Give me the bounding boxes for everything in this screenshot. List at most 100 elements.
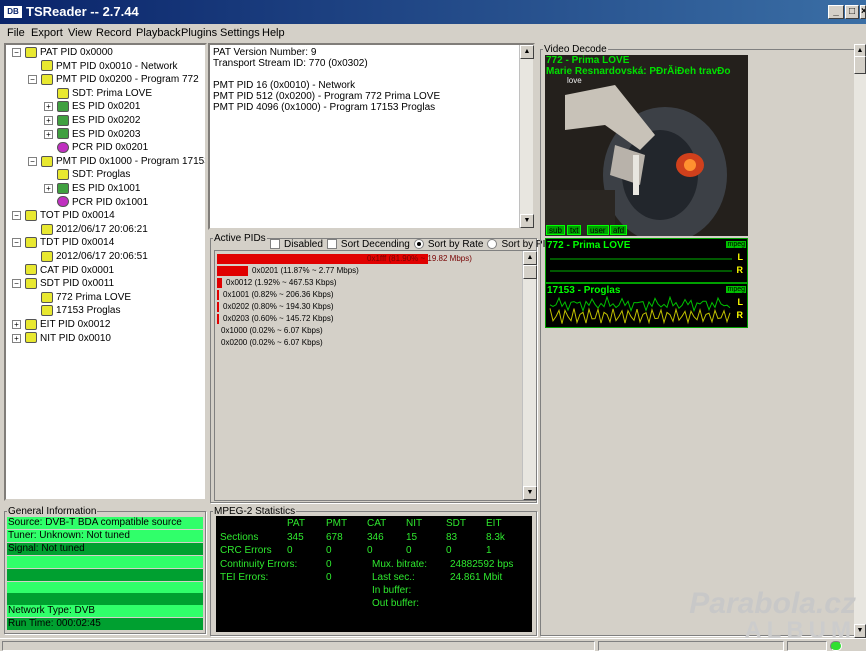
sections-cat: 346	[367, 532, 384, 543]
audio-meter-proglas: 17153 - Proglas mpeg L R	[545, 283, 748, 328]
table-icon	[25, 332, 37, 344]
tree-item[interactable]: ES PID 0x0201	[57, 100, 140, 113]
tree-item[interactable]: SDT: Proglas	[57, 168, 130, 181]
expand-icon[interactable]: +	[12, 333, 21, 343]
collapse-icon[interactable]: −	[28, 75, 37, 85]
expand-icon[interactable]: +	[44, 129, 53, 139]
header-pmt: PMT	[326, 518, 348, 529]
crc-pat: 0	[287, 545, 293, 556]
tree-item[interactable]: 2012/06/17 20:06:51	[41, 250, 148, 263]
info-row-blank	[7, 569, 203, 581]
menu-bar: File Export View Record Playback Plugins…	[0, 24, 866, 42]
scroll-down-icon[interactable]: ▼	[523, 486, 537, 500]
expand-icon[interactable]: +	[12, 320, 21, 329]
tree-item[interactable]: PMT PID 0x0200 - Program 772	[41, 73, 199, 86]
sort-descending-checkbox[interactable]: Sort Decending	[326, 238, 410, 250]
expand-icon[interactable]: +	[44, 116, 53, 125]
tree-item-label: ES PID 0x0201	[72, 101, 141, 113]
scroll-up-icon[interactable]: ▲	[520, 45, 534, 59]
user-tag: user	[587, 225, 609, 235]
watermark: Parabola.cz ALBUM	[689, 587, 856, 645]
menu-view[interactable]: View	[68, 27, 92, 39]
pid-rate-label: 0x1000 (0.02% ~ 6.07 Kbps)	[221, 326, 323, 335]
tree-item[interactable]: ES PID 0x1001	[57, 182, 140, 195]
tree-item[interactable]: PMT PID 0x0010 - Network	[41, 60, 178, 73]
collapse-icon[interactable]: −	[12, 48, 21, 57]
tree-item-label: PMT PID 0x1000 - Program 17153	[56, 155, 207, 167]
tuner-status: Tuner: Unknown: Not tuned	[7, 530, 203, 542]
pid-row: 0x0200 (0.02% ~ 6.07 Kbps)	[217, 337, 323, 349]
pid-rate-label: 0x1001 (0.82% ~ 206.36 Kbps)	[223, 290, 334, 299]
stream-icon	[57, 182, 69, 194]
tree-item[interactable]: 772 Prima LOVE	[41, 291, 131, 304]
sections-pmt: 678	[326, 532, 343, 543]
disabled-checkbox[interactable]: Disabled	[270, 238, 323, 250]
table-icon	[25, 318, 37, 330]
menu-settings[interactable]: Settings	[220, 27, 260, 39]
menu-file[interactable]: File	[7, 27, 25, 39]
audio-codec-badge: mpeg	[726, 241, 746, 248]
close-button[interactable]: ×	[860, 5, 866, 19]
tree-item[interactable]: TDT PID 0x0014	[25, 236, 114, 249]
main-scrollbar[interactable]: ▲ ▼	[854, 44, 866, 638]
pid-rate-bar	[217, 301, 219, 312]
left-channel-label: L	[737, 252, 744, 262]
info-row-blank	[7, 593, 203, 605]
collapse-icon[interactable]: −	[12, 238, 21, 248]
pid-tree[interactable]: − PAT PID 0x0000 PMT PID 0x0010 - Network −…	[4, 43, 207, 501]
tree-item-label: SDT: Proglas	[72, 169, 131, 181]
expand-icon[interactable]: +	[44, 184, 53, 193]
tree-item[interactable]: PCR PID 0x0201	[57, 141, 148, 154]
tree-item[interactable]: NIT PID 0x0010	[25, 332, 111, 345]
scroll-down-icon[interactable]: ▼	[520, 214, 534, 228]
menu-plugins[interactable]: Plugins	[181, 27, 217, 39]
menu-playback[interactable]: Playback	[136, 27, 181, 39]
collapse-icon[interactable]: −	[12, 279, 21, 289]
sub-tag: sub	[546, 225, 565, 235]
tree-item[interactable]: EIT PID 0x0012	[25, 318, 110, 331]
pid-list-scrollbar[interactable]: ▲ ▼	[522, 251, 537, 500]
tree-item[interactable]: CAT PID 0x0001	[25, 264, 114, 277]
scroll-up-icon[interactable]: ▲	[523, 251, 537, 265]
sections-pat: 345	[287, 532, 304, 543]
tree-item[interactable]: SDT PID 0x0011	[25, 277, 114, 290]
tree-item-label: PCR PID 0x0201	[72, 142, 149, 154]
tree-item-label: PAT PID 0x0000	[40, 47, 113, 58]
header-pat: PAT	[287, 518, 305, 529]
menu-help[interactable]: Help	[262, 27, 285, 39]
tree-item[interactable]: PMT PID 0x1000 - Program 17153	[41, 155, 207, 168]
pcr-icon	[57, 196, 69, 208]
info-line: Transport Stream ID: 770 (0x0302)	[213, 58, 368, 69]
tree-item[interactable]: ES PID 0x0202	[57, 114, 140, 127]
right-channel-label: R	[736, 310, 744, 320]
audio-meter-prima: 772 - Prima LOVE mpeg L R	[545, 238, 748, 283]
menu-export[interactable]: Export	[31, 27, 63, 39]
tree-item[interactable]: 17153 Proglas	[41, 304, 121, 317]
right-channel-label: R	[736, 265, 744, 275]
watermark-text: Parabola.cz	[689, 587, 856, 620]
pid-row: 0x1fff (81.90% ~ 19.82 Mbps)	[217, 253, 472, 265]
info-scrollbar[interactable]: ▲ ▼	[519, 45, 534, 228]
tree-item[interactable]: PAT PID 0x0000	[25, 46, 113, 59]
minimize-button[interactable]: _	[828, 5, 844, 19]
collapse-icon[interactable]: −	[12, 211, 21, 221]
menu-record[interactable]: Record	[96, 27, 131, 39]
scroll-thumb[interactable]	[523, 265, 537, 279]
stream-icon	[57, 101, 69, 113]
tree-item[interactable]: SDT: Prima LOVE	[57, 87, 152, 100]
tree-item[interactable]: PCR PID 0x1001	[57, 196, 148, 209]
pid-rate-bar	[217, 277, 222, 288]
tree-item[interactable]: 2012/06/17 20:06:21	[41, 223, 148, 236]
tree-item[interactable]: ES PID 0x0203	[57, 128, 140, 141]
pid-rate-bar	[217, 289, 219, 300]
pid-rate-bar	[217, 265, 248, 276]
scroll-thumb[interactable]	[854, 56, 866, 74]
tree-item-label: PCR PID 0x1001	[72, 196, 149, 208]
tree-item[interactable]: TOT PID 0x0014	[25, 209, 115, 222]
video-channel-title: 772 - Prima LOVE	[546, 55, 630, 66]
collapse-icon[interactable]: −	[28, 156, 37, 166]
audio-codec-badge: mpeg	[726, 286, 746, 293]
sort-by-rate-radio[interactable]: Sort by Rate	[413, 238, 483, 250]
maximize-button[interactable]: □	[845, 5, 859, 19]
expand-icon[interactable]: +	[44, 102, 53, 112]
